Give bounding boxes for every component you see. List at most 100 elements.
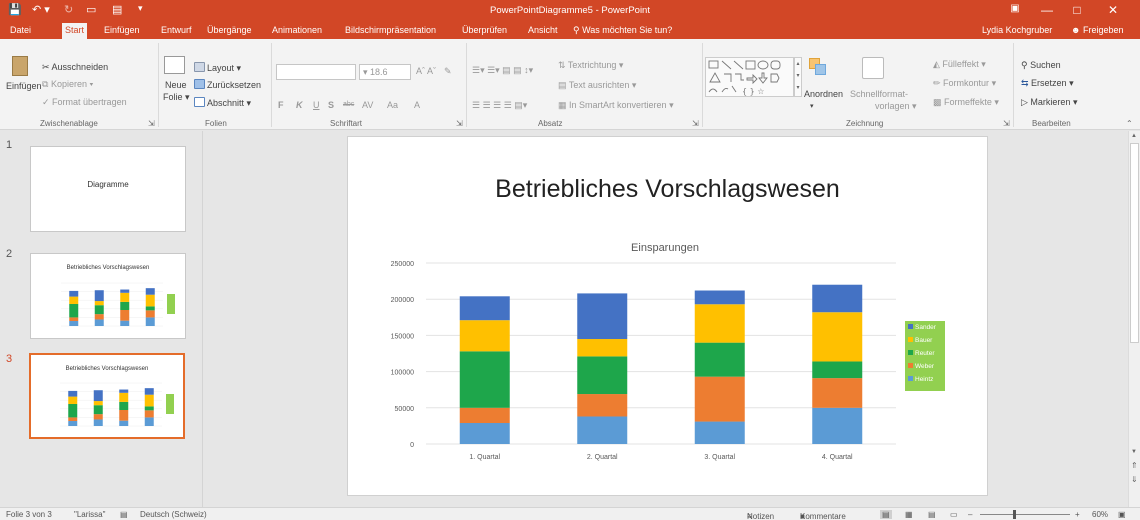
legend-swatch: [908, 363, 913, 368]
slide-canvas[interactable]: Betriebliches Vorschlagswesen Einsparung…: [347, 136, 988, 496]
share-button[interactable]: ☻ Freigeben: [1071, 22, 1124, 39]
shapes-gallery-scroll[interactable]: ▴ ▾ ▾: [794, 57, 802, 97]
shapes-gallery[interactable]: { } ☆: [705, 57, 794, 97]
ribbon-display-icon[interactable]: ▣: [1002, 3, 1028, 14]
dialog-launcher-icon[interactable]: ⇲: [148, 119, 155, 128]
paste-button[interactable]: Einfügen: [6, 81, 42, 91]
bold-button[interactable]: F: [278, 100, 284, 110]
select-button[interactable]: ▷ Markieren ▾: [1021, 97, 1077, 108]
bar-segment-sander: [694, 290, 745, 305]
zoom-in-icon[interactable]: +: [1075, 510, 1080, 519]
format-painter-button[interactable]: ✓ Format übertragen: [42, 97, 127, 108]
previous-slide-icon[interactable]: ⇑: [1131, 461, 1138, 470]
find-button[interactable]: ⚲ Suchen: [1021, 60, 1061, 71]
mini-bar-segment: [93, 419, 103, 426]
slide-thumbnail-3[interactable]: Betriebliches Vorschlagswesen: [29, 353, 185, 439]
dialog-launcher-icon[interactable]: ⇲: [456, 119, 463, 128]
group-label-clipboard: Zwischenablage: [40, 119, 98, 128]
tab-bildschirmpraesentation[interactable]: Bildschirmpräsentation: [342, 22, 439, 39]
underline-button[interactable]: U: [313, 100, 320, 110]
stacked-bar-chart[interactable]: Einsparungen 0 50000 100000 150000 200000 2500…: [368, 235, 968, 470]
thumbnail-title: Betriebliches Vorschlagswesen: [65, 366, 149, 372]
font-grow-shrink[interactable]: Aˆ Aˇ: [416, 66, 436, 76]
collapse-ribbon-icon[interactable]: ⌃: [1126, 119, 1133, 128]
align-icons[interactable]: ☰ ☰ ☰ ☰ ▤▾: [472, 100, 527, 111]
change-case-button[interactable]: Aa: [387, 100, 398, 110]
tab-entwurf[interactable]: Entwurf: [158, 22, 195, 39]
slide-thumbnail-2[interactable]: Betriebliches Vorschlagswesen: [30, 253, 186, 339]
mini-bar-segment: [93, 390, 103, 402]
font-size-input[interactable]: ▾ 18.6: [359, 64, 411, 80]
group-separator: [702, 43, 703, 127]
language[interactable]: Deutsch (Schweiz): [140, 510, 207, 519]
fit-to-window-icon[interactable]: ▣: [1118, 510, 1126, 519]
cut-button[interactable]: ✂ Ausschneiden: [42, 62, 108, 73]
brush-icon: ✓: [42, 97, 53, 107]
slide-title[interactable]: Betriebliches Vorschlagswesen: [348, 175, 987, 204]
zoom-slider[interactable]: [980, 514, 1070, 515]
proofing-icon[interactable]: ▤: [120, 510, 128, 519]
shape-effects-button[interactable]: ▩ Formeffekte ▾: [933, 97, 999, 108]
text-direction-button[interactable]: ⇅ Textrichtung ▾: [558, 60, 623, 71]
vertical-scrollbar[interactable]: ▲ ▼ ⇑ ⇓: [1128, 131, 1140, 507]
scroll-thumb[interactable]: [1130, 143, 1139, 343]
scroll-down-icon[interactable]: ▼: [1131, 449, 1137, 455]
strikethrough-button[interactable]: abc: [343, 101, 354, 108]
new-slide-button[interactable]: Neue: [165, 80, 187, 90]
slide-sorter-icon[interactable]: ▦: [905, 510, 913, 519]
tab-ueberpruefen[interactable]: Überprüfen: [459, 22, 510, 39]
tab-animationen[interactable]: Animationen: [269, 22, 325, 39]
arrange-button[interactable]: Anordnen: [804, 89, 843, 99]
dialog-launcher-icon[interactable]: ⇲: [692, 119, 699, 128]
layout-button[interactable]: Layout ▾: [194, 62, 241, 74]
pen-icon: ✏: [933, 78, 944, 88]
tab-datei[interactable]: Datei: [7, 22, 34, 39]
zoom-slider-thumb[interactable]: [1013, 510, 1016, 519]
replace-button[interactable]: ⇆ Ersetzen ▾: [1021, 78, 1074, 89]
slideshow-icon[interactable]: ▭: [950, 510, 958, 519]
align-text-button[interactable]: ▤ Text ausrichten ▾: [558, 80, 636, 91]
legend-swatch: [908, 324, 913, 329]
paint-bucket-icon: ◭: [933, 59, 943, 69]
quick-styles-button[interactable]: Schnellformat-: [850, 89, 908, 99]
maximize-icon[interactable]: □: [1064, 3, 1090, 17]
char-spacing-button[interactable]: AV: [362, 100, 373, 110]
user-name[interactable]: Lydia Kochgruber: [982, 22, 1052, 39]
mini-bar-segment: [93, 405, 103, 415]
zoom-out-icon[interactable]: –: [968, 510, 972, 519]
tab-einfuegen[interactable]: Einfügen: [101, 22, 143, 39]
tab-ansicht[interactable]: Ansicht: [525, 22, 561, 39]
copy-button[interactable]: ⧉ Kopieren ▾: [42, 79, 93, 90]
scroll-up-icon[interactable]: ▲: [1131, 133, 1137, 139]
tell-me-box[interactable]: ⚲ Was möchten Sie tun?: [570, 22, 675, 39]
person-icon: ☻: [1071, 25, 1083, 35]
section-button[interactable]: Abschnitt ▾: [194, 97, 251, 109]
shape-outline-button[interactable]: ✏ Formkontur ▾: [933, 78, 996, 89]
tab-start[interactable]: Start: [62, 23, 88, 39]
quick-styles-button-2[interactable]: vorlagen ▾: [875, 101, 917, 112]
mini-bar-segment: [120, 301, 130, 311]
italic-button[interactable]: K: [296, 100, 303, 110]
bar-segment-reuter: [694, 342, 745, 377]
normal-view-icon[interactable]: ▤: [880, 510, 892, 519]
zoom-level[interactable]: 60%: [1092, 510, 1108, 519]
next-slide-icon[interactable]: ⇓: [1131, 475, 1138, 484]
new-slide-dropdown[interactable]: Folie ▾: [163, 92, 190, 103]
close-icon[interactable]: ✕: [1100, 3, 1126, 17]
shape-fill-button[interactable]: ◭ Fülleffekt ▾: [933, 59, 986, 70]
tab-uebergaenge[interactable]: Übergänge: [204, 22, 255, 39]
x-tick-label: 1. Quartal: [469, 454, 500, 461]
font-color-button[interactable]: A: [414, 100, 420, 110]
font-name-input[interactable]: [276, 64, 356, 80]
dialog-launcher-icon[interactable]: ⇲: [1003, 119, 1010, 128]
group-separator: [1013, 43, 1014, 127]
smartart-button[interactable]: ▦ In SmartArt konvertieren ▾: [558, 100, 674, 111]
minimize-icon[interactable]: —: [1034, 3, 1060, 17]
shadow-button[interactable]: S: [328, 100, 334, 110]
reading-view-icon[interactable]: ▤: [928, 510, 936, 519]
bullets-icon[interactable]: ☰▾ ☰▾ ▤ ▤ ↕▾: [472, 65, 533, 76]
reset-button[interactable]: Zurücksetzen: [194, 79, 261, 90]
clear-format-icon[interactable]: ✎: [444, 66, 452, 77]
arrange-dropdown-icon[interactable]: ▾: [810, 102, 814, 110]
slide-thumbnail-1[interactable]: Diagramme: [30, 146, 186, 232]
